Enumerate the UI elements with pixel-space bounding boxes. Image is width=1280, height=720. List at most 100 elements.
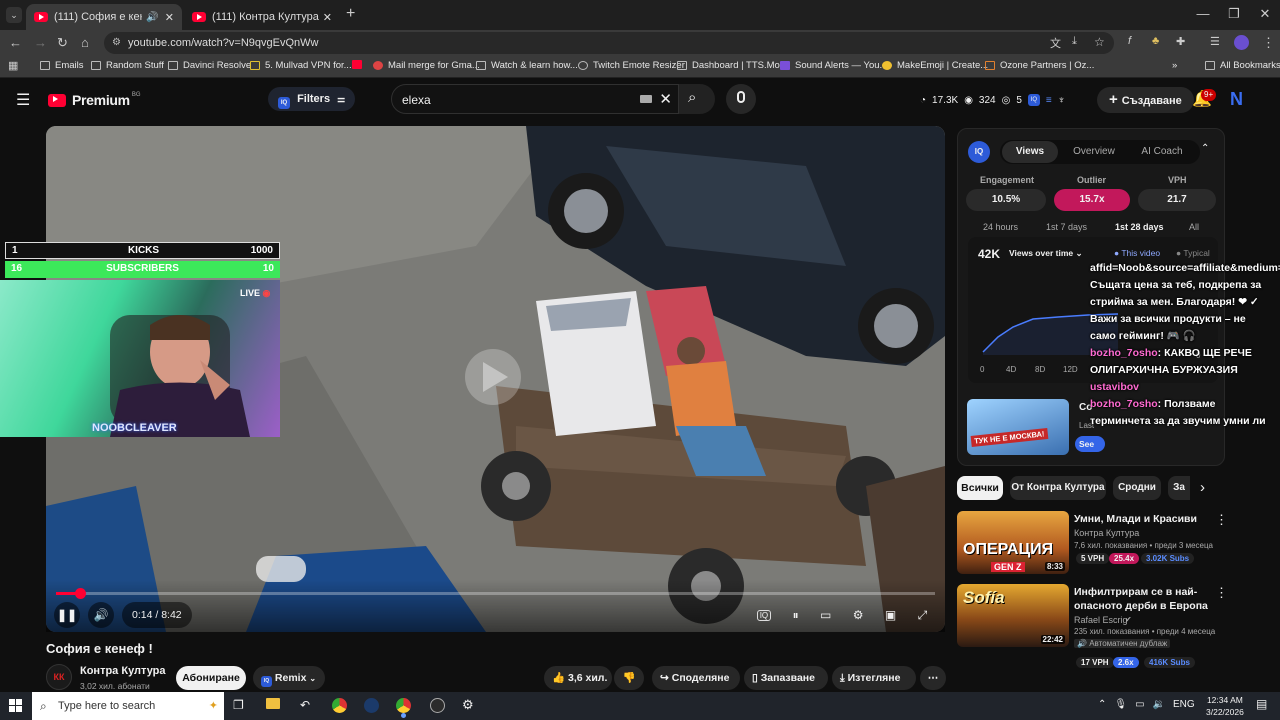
channel-name[interactable]: Контра Култура xyxy=(80,665,166,677)
bookmarks-overflow-icon[interactable]: » xyxy=(1172,60,1177,71)
translate-icon[interactable]: 文 xyxy=(1050,35,1061,51)
tab-overview[interactable]: Overview xyxy=(1066,141,1122,163)
search-button[interactable]: ⌕ xyxy=(679,84,715,114)
promo-thumbnail[interactable]: ТУК НЕ Е МОСКВА! xyxy=(967,399,1069,455)
chrome-icon[interactable] xyxy=(332,698,347,713)
filters-button[interactable]: IQ Filters ⚌ xyxy=(268,87,356,111)
extension-leaf-icon[interactable]: ♣ xyxy=(1152,35,1159,47)
download-button[interactable]: ⤓ Изтегляне xyxy=(832,666,916,690)
tab-active[interactable]: (111) София е кенеф ! - Yo 🔊 ✕ xyxy=(26,4,182,30)
chip-from-channel[interactable]: От Контра Култура xyxy=(1010,476,1106,500)
bookmark-item[interactable]: Sound Alerts — You... xyxy=(780,60,887,71)
range-24h[interactable]: 24 hours xyxy=(983,222,1018,232)
tab-ai-coach[interactable]: AI Coach xyxy=(1130,141,1194,163)
microphone-icon[interactable]: 🎙 xyxy=(1114,699,1127,710)
tab-search-button[interactable]: ⌄ xyxy=(6,7,22,23)
language-indicator[interactable]: ENG xyxy=(1173,699,1195,710)
bookmark-item[interactable] xyxy=(352,60,367,69)
chip-related[interactable]: Сродни xyxy=(1113,476,1161,500)
like-button[interactable]: 👍 3,6 хил. xyxy=(544,666,612,690)
search-input[interactable]: elexa ✕ xyxy=(391,84,679,114)
obs-icon[interactable] xyxy=(430,698,445,713)
install-icon[interactable]: ⤓ xyxy=(1072,35,1077,48)
pause-button[interactable]: ❚❚ xyxy=(54,602,80,628)
start-windows-icon[interactable] xyxy=(9,699,22,712)
keyboard-icon[interactable] xyxy=(640,95,652,103)
tab-views[interactable]: Views xyxy=(1002,141,1058,163)
subtitles-icon[interactable]: ▭ xyxy=(820,608,831,622)
chip-all[interactable]: Всички xyxy=(957,476,1003,500)
extension-f-icon[interactable]: f xyxy=(1128,35,1131,47)
new-tab-button[interactable]: + xyxy=(346,5,355,23)
autoplay-toggle-icon[interactable]: ⏸ xyxy=(793,608,799,623)
bookmark-item[interactable]: 5. Mullvad VPN for... xyxy=(250,60,352,71)
url-input[interactable]: ⚙ youtube.com/watch?v=N9qvgEvQnWw xyxy=(104,32,1114,54)
youtube-logo[interactable]: Premium BG xyxy=(48,92,140,108)
site-info-icon[interactable]: ⚙ xyxy=(112,32,121,54)
app-icon[interactable]: ↶ xyxy=(300,698,310,712)
badge-icon[interactable]: ♆ xyxy=(1058,95,1066,106)
bookmark-item[interactable]: Ozone Partners | Oz... xyxy=(985,60,1094,71)
volume-icon[interactable]: 🔉 xyxy=(1153,699,1165,710)
list-icon[interactable]: ≡ xyxy=(1046,95,1052,106)
reading-list-icon[interactable]: ☰ xyxy=(1210,35,1220,48)
chips-next-chevron-icon[interactable]: › xyxy=(1200,479,1205,496)
bookmark-item[interactable]: Watch & learn how... xyxy=(476,60,578,71)
recommendation-item[interactable]: ОПЕРАЦИЯ GEN Z 8:33 Умни, Млади и Красив… xyxy=(957,511,1267,577)
extensions-puzzle-icon[interactable]: ✚ xyxy=(1176,35,1185,48)
bookmark-item[interactable]: Davinci Resolve xyxy=(168,60,251,71)
more-actions-button[interactable]: ⋯ xyxy=(920,666,946,690)
subscribe-button[interactable]: Абониране xyxy=(176,666,246,690)
apps-grid-icon[interactable]: ▦ xyxy=(8,59,18,72)
settings-gear-icon[interactable]: ⚙ xyxy=(853,608,864,622)
recommendation-menu-icon[interactable]: ⋮ xyxy=(1215,512,1228,528)
dislike-button[interactable]: 👎 xyxy=(614,666,644,690)
bookmark-item[interactable]: Mail merge for Gma... xyxy=(373,60,480,71)
iq-icon[interactable]: IQ xyxy=(1027,94,1040,106)
tab-inactive[interactable]: (111) Контра Култура - YouTub ✕ xyxy=(184,4,340,30)
create-button[interactable]: + Създаване xyxy=(1097,87,1194,113)
chip-more[interactable]: За xyxy=(1168,476,1190,500)
close-window-button[interactable]: ✕ xyxy=(1250,6,1280,22)
notification-center-icon[interactable]: ▤ xyxy=(1256,697,1267,711)
remix-button[interactable]: IQ Remix ⌄ xyxy=(253,666,325,690)
save-button[interactable]: ▯ Запазване xyxy=(744,666,828,690)
profile-avatar[interactable] xyxy=(1234,35,1249,50)
bookmark-item[interactable]: Dashboard | TTS.Mo... xyxy=(677,60,788,71)
recommendation-menu-icon[interactable]: ⋮ xyxy=(1215,585,1228,601)
video-thumbnail[interactable]: Sofía 22:42 xyxy=(957,584,1069,647)
back-icon[interactable]: ← xyxy=(9,35,22,50)
file-explorer-icon[interactable] xyxy=(266,698,280,709)
home-icon[interactable]: ⌂ xyxy=(81,35,89,50)
chart-mode-dropdown[interactable]: Views over time ⌄ xyxy=(1009,248,1083,259)
restore-button[interactable]: ❐ xyxy=(1219,6,1249,22)
tab-close-icon[interactable]: ✕ xyxy=(323,11,332,24)
bookmark-item[interactable]: Twitch Emote Resizer xyxy=(578,60,685,71)
chrome-active-icon[interactable] xyxy=(396,698,411,713)
bookmark-item[interactable]: Emails xyxy=(40,60,84,71)
bookmark-star-icon[interactable]: ☆ xyxy=(1094,35,1105,49)
collapse-chevron-icon[interactable]: ⌃ xyxy=(1201,143,1209,154)
tray-chevron-icon[interactable]: ⌃ xyxy=(1098,699,1106,710)
progress-track[interactable] xyxy=(56,592,935,595)
voice-search-button[interactable] xyxy=(726,84,756,114)
range-7d[interactable]: 1st 7 days xyxy=(1046,222,1087,232)
recommendation-title[interactable]: Инфилтрирам се в най-опасното дерби в Ев… xyxy=(1074,585,1214,613)
clear-search-icon[interactable]: ✕ xyxy=(659,90,672,108)
browser-menu-icon[interactable]: ⋮ xyxy=(1262,35,1275,51)
recommendation-item[interactable]: Sofía 22:42 Инфилтрирам се в най-опаснот… xyxy=(957,584,1267,668)
settings-gear-icon[interactable]: ⚙ xyxy=(462,697,474,713)
clock[interactable]: 12:34 AM 3/22/2026 xyxy=(1206,694,1244,718)
forward-icon[interactable]: → xyxy=(34,35,47,50)
bookmark-item[interactable]: MakeEmoji | Create... xyxy=(882,60,988,71)
reload-icon[interactable]: ↻ xyxy=(57,35,68,51)
channel-avatar[interactable]: КК xyxy=(46,664,72,690)
bookmark-item[interactable]: Random Stuff xyxy=(91,60,164,71)
taskbar-search-box[interactable]: ⌕ Type here to search ✦ xyxy=(32,692,224,720)
fullscreen-icon[interactable]: ⤢ xyxy=(918,608,928,623)
speaker-icon[interactable]: 🔊 xyxy=(146,12,158,23)
progress-scrubber[interactable] xyxy=(74,588,86,599)
recommendation-channel[interactable]: Rafael Escrig xyxy=(1074,615,1128,625)
guide-menu-icon[interactable]: ☰ xyxy=(16,90,30,110)
video-thumbnail[interactable]: ОПЕРАЦИЯ GEN Z 8:33 xyxy=(957,511,1069,574)
